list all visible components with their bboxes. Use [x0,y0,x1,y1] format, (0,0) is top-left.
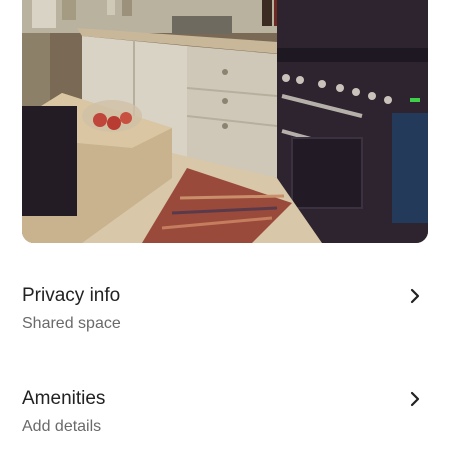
chevron-right-icon [408,391,422,407]
chevron-right-icon [408,288,422,304]
amenities-title: Amenities [22,388,106,409]
privacy-info-subtitle: Shared space [22,315,121,332]
listing-details-screen: Privacy info Shared space Amenities Add … [0,0,450,450]
kitchen-photo-image [22,0,428,243]
privacy-info-title: Privacy info [22,285,121,306]
listing-photo[interactable] [22,0,428,243]
privacy-info-row[interactable]: Privacy info Shared space [22,278,428,350]
amenities-subtitle: Add details [22,418,102,435]
amenities-row[interactable]: Amenities Add details [22,381,428,450]
